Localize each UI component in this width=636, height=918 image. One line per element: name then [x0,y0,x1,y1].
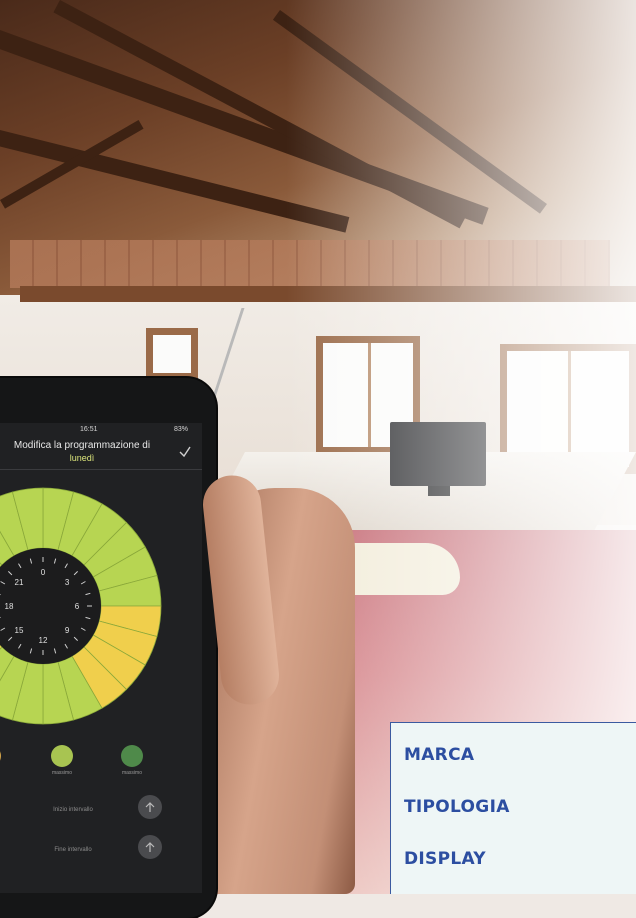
dial-hour-label: 3 [65,578,70,587]
dial-hour-label: 9 [65,626,70,635]
arrow-up-icon [143,800,157,814]
check-icon[interactable] [178,445,192,459]
info-item-marca: MARCA [404,745,474,765]
schedule-day: lunedì [0,453,172,463]
legend-label: massimo [122,770,142,776]
dial-hour-label: 18 [5,602,14,611]
schedule-title: Modifica la programmazione di [0,440,172,451]
header-divider [0,469,202,470]
tv-monitor [390,422,486,486]
legend-item-massimo-dark[interactable]: massimo [102,745,162,776]
product-info-box: MARCA TIPOLOGIA DISPLAY [390,722,636,894]
status-battery: 83% [174,426,188,433]
legend-item-massimo[interactable]: massimo [32,745,92,776]
legend-dot [121,745,143,767]
legend-dot [0,745,1,767]
phone-screen: 16:51 83% Modifica la programmazione di … [0,423,202,893]
wooden-ledge [20,286,636,302]
smartphone: 16:51 83% Modifica la programmazione di … [0,378,216,918]
monitor-stand [428,486,450,496]
arrow-up-button[interactable] [138,795,162,819]
legend-item-minimo[interactable]: minimo [0,745,20,776]
arrow-up-icon [143,840,157,854]
dial-hour-label: 0 [41,568,46,577]
dial-hour-label: 12 [39,636,48,645]
end-interval-label: Fine intervallo [18,847,128,853]
start-interval-label: Inizio intervallo [18,807,128,813]
info-item-tipologia: TIPOLOGIA [404,797,510,817]
window-small [146,328,198,380]
arrow-up-button[interactable] [138,835,162,859]
dial-hour-label: 6 [75,602,80,611]
dial-hour-label: 15 [15,626,24,635]
status-time: 16:51 [80,426,98,433]
legend-dot [51,745,73,767]
legend-label: massimo [52,770,72,776]
status-bar: 16:51 83% [0,423,202,439]
info-item-display: DISPLAY [404,849,486,869]
schedule-dial[interactable]: 0 3 6 9 12 15 18 21 [0,481,168,731]
brick-wall [10,240,610,288]
dial-hour-label: 21 [15,578,24,587]
